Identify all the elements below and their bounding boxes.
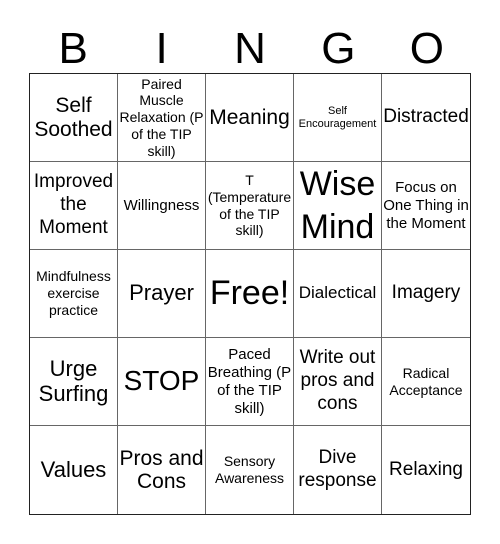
bingo-cell[interactable]: Dialectical: [294, 250, 382, 338]
bingo-cell[interactable]: Self Soothed: [30, 74, 118, 162]
bingo-cell[interactable]: Wise Mind: [294, 162, 382, 250]
bingo-cell[interactable]: T (Temperature of the TIP skill): [206, 162, 294, 250]
bingo-cell[interactable]: Relaxing: [382, 426, 470, 514]
bingo-grid: Self Soothed Paired Muscle Relaxation (P…: [29, 73, 471, 515]
bingo-cell[interactable]: Values: [30, 426, 118, 514]
bingo-cell[interactable]: Dive response: [294, 426, 382, 514]
header-letter-b: B: [58, 24, 88, 73]
bingo-cell[interactable]: Mindfulness exercise practice: [30, 250, 118, 338]
bingo-cell[interactable]: Willingness: [118, 162, 206, 250]
bingo-cell[interactable]: Focus on One Thing in the Moment: [382, 162, 470, 250]
bingo-cell[interactable]: Sensory Awareness: [206, 426, 294, 514]
bingo-cell[interactable]: Prayer: [118, 250, 206, 338]
header-letter-g: G: [321, 24, 356, 73]
bingo-cell[interactable]: Improved the Moment: [30, 162, 118, 250]
header-letter-i: I: [155, 24, 168, 73]
bingo-cell[interactable]: Radical Acceptance: [382, 338, 470, 426]
bingo-cell[interactable]: Urge Surfing: [30, 338, 118, 426]
bingo-cell[interactable]: Distracted: [382, 74, 470, 162]
bingo-header: B I N G O: [29, 24, 471, 74]
header-letter-o: O: [409, 24, 444, 73]
bingo-cell[interactable]: Pros and Cons: [118, 426, 206, 514]
bingo-cell[interactable]: Paired Muscle Relaxation (P of the TIP s…: [118, 74, 206, 162]
free-space[interactable]: Free!: [206, 250, 294, 338]
bingo-cell[interactable]: Self Encouragement: [294, 74, 382, 162]
bingo-cell[interactable]: Paced Breathing (P of the TIP skill): [206, 338, 294, 426]
bingo-cell[interactable]: Meaning: [206, 74, 294, 162]
header-letter-n: N: [234, 24, 266, 73]
bingo-cell[interactable]: STOP: [118, 338, 206, 426]
bingo-cell[interactable]: Imagery: [382, 250, 470, 338]
bingo-cell[interactable]: Write out pros and cons: [294, 338, 382, 426]
